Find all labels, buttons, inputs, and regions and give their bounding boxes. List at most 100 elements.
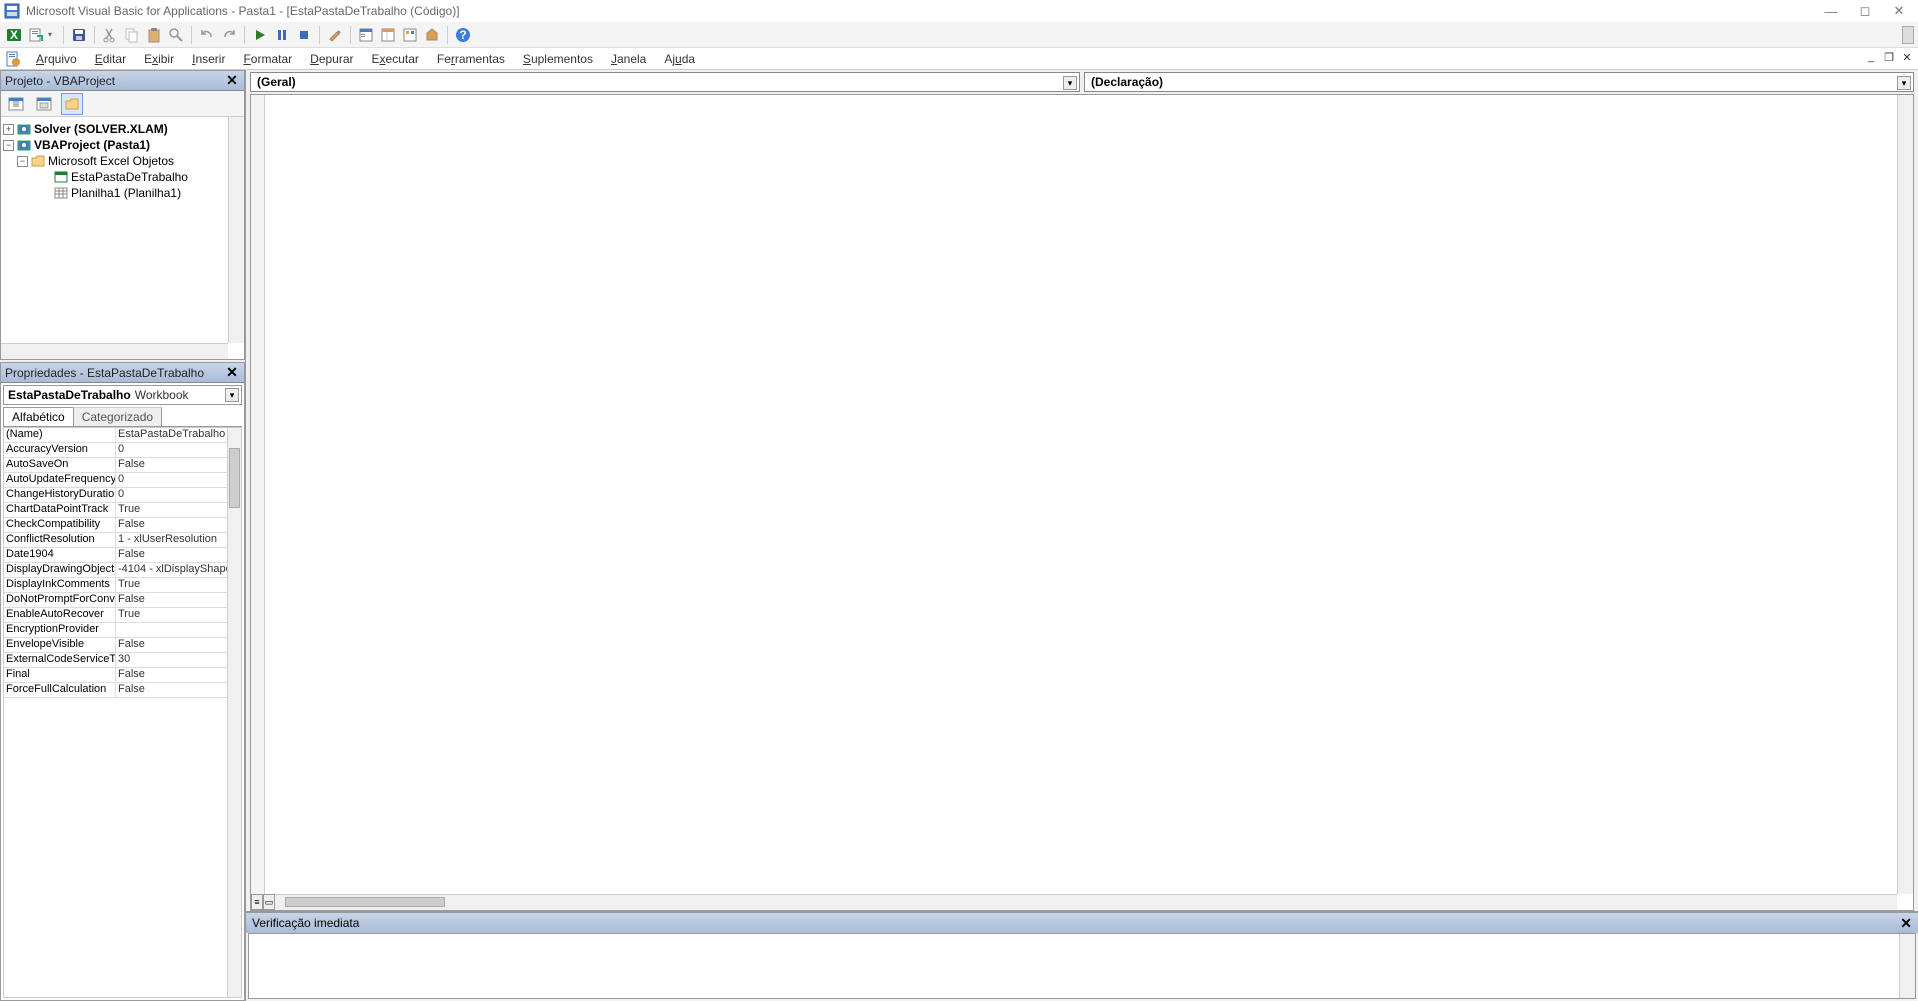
property-row[interactable]: DisplayInkCommentsTrue [4,578,227,593]
property-row[interactable]: AutoSaveOnFalse [4,458,227,473]
property-value[interactable]: 0 [116,473,227,487]
tree-node-excel-objects[interactable]: − Microsoft Excel Objetos [17,153,242,169]
toggle-folders-icon[interactable] [61,93,83,115]
code-editor[interactable]: ≡ ▭ [250,94,1914,911]
property-row[interactable]: ChartDataPointTrackTrue [4,503,227,518]
tree-node-sheet1[interactable]: Planilha1 (Planilha1) [53,185,242,201]
property-row[interactable]: Date1904False [4,548,227,563]
property-row[interactable]: DisplayDrawingObjects-4104 - xlDisplaySh… [4,563,227,578]
tab-alphabetic[interactable]: Alfabético [3,407,74,426]
property-row[interactable]: ChangeHistoryDuration0 [4,488,227,503]
dropdown-icon[interactable]: ▾ [1897,76,1911,90]
tree-node-solver[interactable]: + Solver (SOLVER.XLAM) [3,121,242,137]
tree-node-thisworkbook[interactable]: EstaPastaDeTrabalho [53,169,242,185]
property-row[interactable]: FinalFalse [4,668,227,683]
toolbar-overflow-icon[interactable] [1902,26,1914,44]
property-value[interactable] [116,623,227,637]
close-button[interactable]: ✕ [1892,4,1906,18]
property-row[interactable]: AutoUpdateFrequency0 [4,473,227,488]
menu-ferramentas[interactable]: Ferramentas [429,50,513,68]
object-selector[interactable]: EstaPastaDeTrabalho Workbook ▾ [3,385,242,405]
property-row[interactable]: EnvelopeVisibleFalse [4,638,227,653]
property-value[interactable]: True [116,578,227,592]
paste-icon[interactable] [144,25,164,45]
help-icon[interactable]: ? [453,25,473,45]
minimize-button[interactable]: — [1824,4,1838,18]
property-value[interactable]: True [116,608,227,622]
property-row[interactable]: EncryptionProvider [4,623,227,638]
property-row[interactable]: CheckCompatibilityFalse [4,518,227,533]
tab-categorized[interactable]: Categorizado [73,407,162,426]
property-value[interactable]: False [116,518,227,532]
find-icon[interactable] [166,25,186,45]
menu-exibir[interactable]: Exibir [136,50,182,68]
object-combo[interactable]: (Geral) ▾ [250,72,1080,92]
properties-close-icon[interactable]: ✕ [224,364,240,381]
project-explorer-header[interactable]: Projeto - VBAProject ✕ [1,71,244,91]
property-value[interactable]: False [116,683,227,697]
project-tree[interactable]: + Solver (SOLVER.XLAM) − VBAProject (Pas… [1,117,244,359]
undo-icon[interactable] [197,25,217,45]
menu-suplementos[interactable]: Suplementos [515,50,601,68]
collapse-icon[interactable]: − [3,140,14,151]
property-row[interactable]: ExternalCodeServiceTim30 [4,653,227,668]
design-mode-icon[interactable] [325,25,345,45]
run-icon[interactable] [250,25,270,45]
break-icon[interactable] [272,25,292,45]
menu-formatar[interactable]: Formatar [235,50,300,68]
redo-icon[interactable] [219,25,239,45]
tree-horizontal-scrollbar[interactable] [1,343,228,359]
menu-inserir[interactable]: Inserir [184,50,233,68]
properties-header[interactable]: Propriedades - EstaPastaDeTrabalho ✕ [1,363,244,383]
property-value[interactable]: False [116,593,227,607]
code-horizontal-scrollbar[interactable] [275,894,1897,910]
property-value[interactable]: 0 [116,443,227,457]
menu-editar[interactable]: Editar [87,50,134,68]
property-row[interactable]: (Name)EstaPastaDeTrabalho [4,428,227,443]
property-row[interactable]: AccuracyVersion0 [4,443,227,458]
property-value[interactable]: -4104 - xlDisplayShape [116,563,227,577]
view-object-icon[interactable] [33,93,55,115]
menu-executar[interactable]: Executar [364,50,427,68]
property-value[interactable]: False [116,458,227,472]
view-excel-icon[interactable]: X [4,25,24,45]
property-row[interactable]: ForceFullCalculationFalse [4,683,227,698]
menu-depurar[interactable]: Depurar [302,50,361,68]
project-explorer-icon[interactable] [356,25,376,45]
property-row[interactable]: EnableAutoRecoverTrue [4,608,227,623]
menu-arquivo[interactable]: Arquivo [28,50,85,68]
procedure-combo[interactable]: (Declaração) ▾ [1084,72,1914,92]
property-value[interactable]: False [116,668,227,682]
property-value[interactable]: EstaPastaDeTrabalho [116,428,227,442]
cut-icon[interactable] [100,25,120,45]
expand-icon[interactable]: + [3,124,14,135]
immediate-header[interactable]: Verificação imediata ✕ [246,913,1918,933]
full-module-view-icon[interactable]: ▭ [263,894,275,910]
collapse-icon[interactable]: − [17,156,28,167]
project-explorer-close-icon[interactable]: ✕ [224,72,240,89]
insert-module-icon[interactable] [26,25,46,45]
view-code-icon[interactable]: ≡ [5,93,27,115]
procedure-view-icon[interactable]: ≡ [251,894,263,910]
immediate-close-icon[interactable]: ✕ [1900,915,1912,932]
dropdown-icon[interactable]: ▾ [225,388,239,402]
properties-scrollbar[interactable] [227,428,241,997]
dropdown-icon[interactable]: ▾ [1063,76,1077,90]
object-browser-icon[interactable] [400,25,420,45]
menu-ajuda[interactable]: Ajuda [656,50,703,68]
properties-grid[interactable]: (Name)EstaPastaDeTrabalhoAccuracyVersion… [3,427,242,998]
property-value[interactable]: 1 - xlUserResolution [116,533,227,547]
menu-janela[interactable]: Janela [603,50,654,68]
property-value[interactable]: 30 [116,653,227,667]
property-value[interactable]: False [116,548,227,562]
property-value[interactable]: True [116,503,227,517]
property-row[interactable]: DoNotPromptForConvertFalse [4,593,227,608]
property-value[interactable]: 0 [116,488,227,502]
maximize-button[interactable]: ◻ [1858,4,1872,18]
toolbox-icon[interactable] [422,25,442,45]
tree-node-vbaproject[interactable]: − VBAProject (Pasta1) [3,137,242,153]
mdi-minimize-button[interactable]: _ [1864,50,1878,64]
properties-window-icon[interactable] [378,25,398,45]
mdi-close-button[interactable]: ✕ [1900,50,1914,64]
immediate-scrollbar[interactable] [1899,934,1915,998]
